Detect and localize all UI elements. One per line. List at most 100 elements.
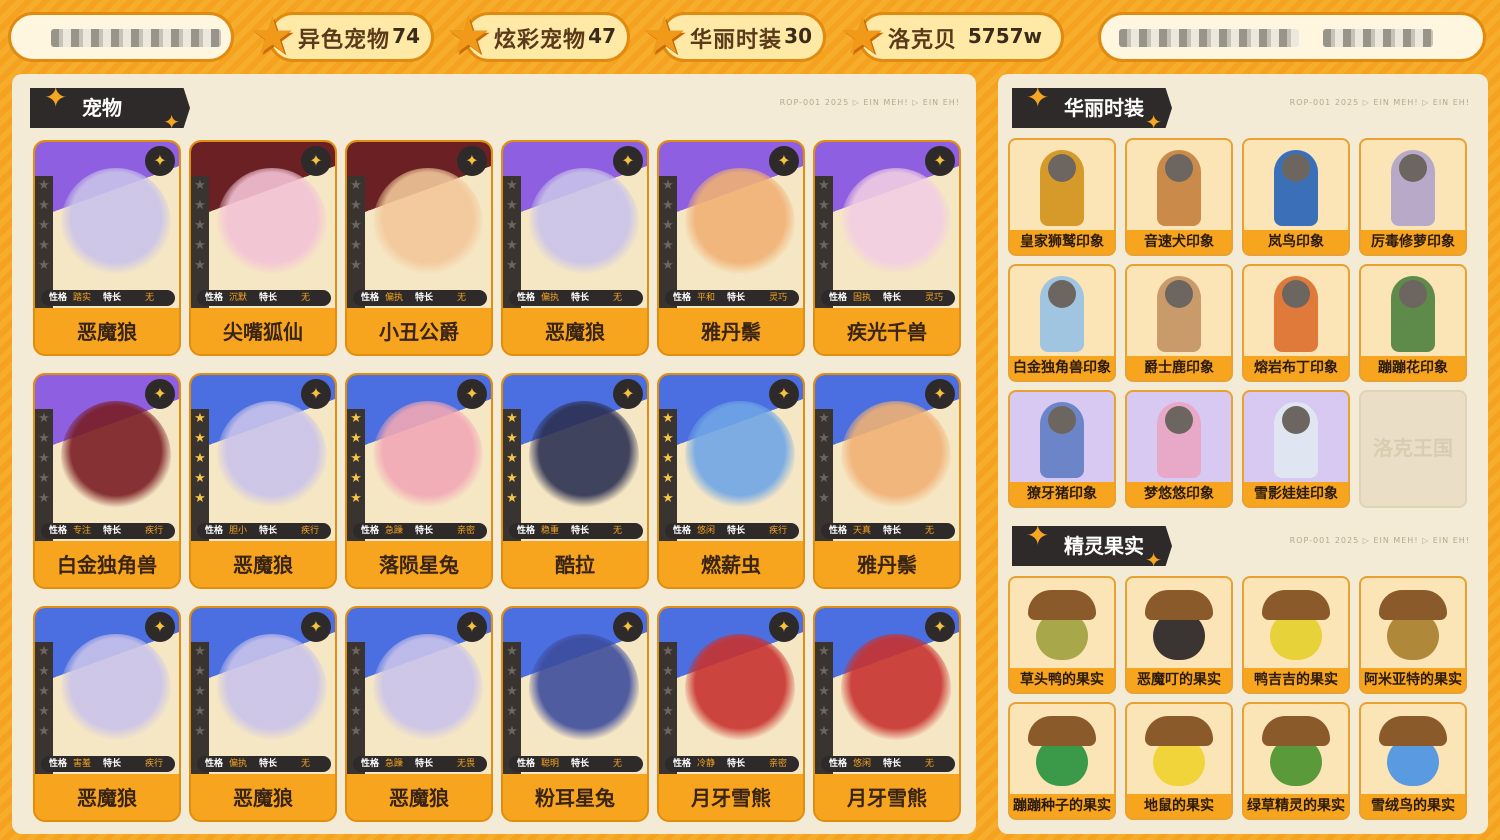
pet-card[interactable]: ★ ★ ★ ★ ★ ✦ 性格 聪明 特长无粉耳星兔 <box>501 606 649 822</box>
fashion-item[interactable]: 白金独角兽印象 <box>1008 264 1116 382</box>
side-panel: ✦ 华丽时装 ✦ ROP-001 2025 ▷ EIN MEH! ▷ EIN E… <box>998 74 1488 834</box>
acorn-icon <box>1028 590 1096 660</box>
pet-illustration <box>373 634 483 744</box>
pet-art: ★ ★ ★ ★ ★ ✦ 性格 偏执 特长无 <box>191 608 335 774</box>
pet-card[interactable]: ★ ★ ★ ★ ★ ✦ 性格 偏执 特长无恶魔狼 <box>189 606 337 822</box>
pet-art: ★ ★ ★ ★ ★ ✦ 性格 稳重 特长无 <box>503 375 647 541</box>
fashion-illustration <box>1127 266 1231 356</box>
fashion-illustration <box>1010 140 1114 230</box>
fruit-name: 鸭吉吉的果实 <box>1254 672 1338 688</box>
fruit-illustration <box>1010 704 1114 794</box>
pet-card[interactable]: ★ ★ ★ ★ ★ ✦ 性格 平和 特长 灵巧 雅丹鬃 <box>657 140 805 356</box>
fashion-section-title: ✦ 华丽时装 ✦ <box>1012 88 1172 128</box>
rarity-badge-icon: ✦ <box>925 612 955 642</box>
pet-card[interactable]: ★ ★ ★ ★ ★ ✦ 性格 偏执 特长无恶魔狼 <box>501 140 649 356</box>
acorn-icon <box>1028 716 1096 786</box>
pet-illustration <box>841 634 951 744</box>
fashion-name: 音速犬印象 <box>1144 234 1214 250</box>
pet-illustration <box>685 634 795 744</box>
star-icon: ★ <box>642 7 687 65</box>
pet-attributes: 性格 偏执 特长无 <box>353 290 487 306</box>
pet-card[interactable]: ★ ★ ★ ★ ★ ✦ 性格 急躁 特长 亲密 落陨星兔 <box>345 373 493 589</box>
fruit-item[interactable]: 恶魔叮的果实 <box>1125 576 1233 694</box>
fashion-item[interactable]: 蹦蹦花印象 <box>1359 264 1467 382</box>
rarity-badge-icon: ✦ <box>301 612 331 642</box>
pet-attributes: 性格 偏执 特长无 <box>509 290 643 306</box>
fashion-illustration <box>1361 266 1465 356</box>
pet-card[interactable]: ★ ★ ★ ★ ★ ✦ 性格 悠闲 特长 疾行燃薪虫 <box>657 373 805 589</box>
fashion-item[interactable]: 岚鸟印象 <box>1242 138 1350 256</box>
decor-caption: ROP-001 2025 ▷ EIN MEH! ▷ EIN EH! <box>1289 98 1470 107</box>
fashion-illustration <box>1244 392 1348 482</box>
pet-illustration <box>373 168 483 278</box>
rarity-badge-icon: ✦ <box>145 612 175 642</box>
pet-card[interactable]: ★ ★ ★ ★ ★ ✦ 性格 偏执 特长无小丑公爵 <box>345 140 493 356</box>
pet-art: ★ ★ ★ ★ ★ ✦ 性格 专注 特长 疾行 <box>35 375 179 541</box>
user-info-pill <box>8 12 234 62</box>
rarity-badge-icon: ✦ <box>145 146 175 176</box>
pet-card[interactable]: ★ ★ ★ ★ ★ ✦ 性格 急躁 特长 无畏 恶魔狼 <box>345 606 493 822</box>
rarity-badge-icon: ✦ <box>145 379 175 409</box>
pet-illustration <box>685 401 795 511</box>
pet-card[interactable]: ★ ★ ★ ★ ★ ✦ 性格 害羞 特长 疾行 恶魔狼 <box>33 606 181 822</box>
sparkle-icon: ✦ <box>44 81 68 114</box>
fashion-illustration <box>1127 140 1231 230</box>
fashion-illustration <box>1010 392 1114 482</box>
fruit-item[interactable]: 绿草精灵的果实 <box>1242 702 1350 820</box>
pet-illustration <box>61 634 171 744</box>
fruit-item[interactable]: 地鼠的果实 <box>1125 702 1233 820</box>
pet-card[interactable]: ★ ★ ★ ★ ★ ✦ 性格 胆小 特长 疾行 恶魔狼 <box>189 373 337 589</box>
pet-name: 恶魔狼 <box>233 553 293 577</box>
pet-illustration <box>841 168 951 278</box>
fruit-illustration <box>1127 704 1231 794</box>
pet-attributes: 性格 专注 特长 疾行 <box>41 523 175 539</box>
pet-card[interactable]: ★ ★ ★ ★ ★ ✦ 性格 固执 特长 灵巧 疾光千兽 <box>813 140 961 356</box>
fruit-item[interactable]: 鸭吉吉的果实 <box>1242 576 1350 694</box>
pet-art: ★ ★ ★ ★ ★ ✦ 性格 悠闲 特长 疾行 <box>659 375 803 541</box>
pet-card[interactable]: ★ ★ ★ ★ ★ ✦ 性格 稳重 特长无酷拉 <box>501 373 649 589</box>
pet-name: 燃薪虫 <box>701 553 761 577</box>
pet-card[interactable]: ★ ★ ★ ★ ★ ✦ 性格 冷静 特长 亲密 月牙雪熊 <box>657 606 805 822</box>
fruit-illustration <box>1127 578 1231 668</box>
pet-illustration <box>61 168 171 278</box>
fashion-item[interactable]: 皇家狮鹫印象 <box>1008 138 1116 256</box>
pet-illustration <box>529 634 639 744</box>
pet-name: 酷拉 <box>555 553 595 577</box>
fruit-illustration <box>1010 578 1114 668</box>
pet-card[interactable]: ★ ★ ★ ★ ★ ✦ 性格 悠闲 特长无月牙雪熊 <box>813 606 961 822</box>
fruit-item[interactable]: 蹦蹦种子的果实 <box>1008 702 1116 820</box>
redacted-text <box>1323 29 1433 47</box>
fashion-item[interactable]: 音速犬印象 <box>1125 138 1233 256</box>
fashion-item[interactable]: 獠牙猪印象 <box>1008 390 1116 508</box>
pet-card[interactable]: ★ ★ ★ ★ ★ ✦ 性格 专注 特长 疾行 白金独角兽 <box>33 373 181 589</box>
pet-attributes: 性格 沉默 特长无 <box>197 290 331 306</box>
pet-attributes: 性格 冷静 特长 亲密 <box>665 756 799 772</box>
fruit-name: 蹦蹦种子的果实 <box>1013 798 1111 814</box>
star-icon: ★ <box>250 7 295 65</box>
star-rail: ★ ★ ★ ★ ★ <box>659 642 677 774</box>
fashion-illustration <box>1361 140 1465 230</box>
pet-illustration <box>61 401 171 511</box>
fashion-item[interactable]: 熔岩布丁印象 <box>1242 264 1350 382</box>
fruit-illustration <box>1361 578 1465 668</box>
fashion-name: 爵士鹿印象 <box>1144 360 1214 376</box>
fruit-item[interactable]: 阿米亚特的果实 <box>1359 576 1467 694</box>
fruit-item[interactable]: 草头鸭的果实 <box>1008 576 1116 694</box>
pet-card[interactable]: ★ ★ ★ ★ ★ ✦ 性格 天真 特长无雅丹鬃 <box>813 373 961 589</box>
top-bar: ★ 异色宠物 74 ★ 炫彩宠物 47 ★ 华丽时装 30 ★ 洛克贝 5757… <box>0 0 1500 72</box>
pet-attributes: 性格 急躁 特长 无畏 <box>353 756 487 772</box>
pet-card[interactable]: ★ ★ ★ ★ ★ ✦ 性格 踏实 特长无恶魔狼 <box>33 140 181 356</box>
fashion-item[interactable]: 爵士鹿印象 <box>1125 264 1233 382</box>
sparkle-icon: ✦ <box>163 110 180 134</box>
star-rail: ★ ★ ★ ★ ★ <box>191 409 209 541</box>
pet-name: 月牙雪熊 <box>847 786 927 810</box>
fashion-item[interactable]: 雪影娃娃印象 <box>1242 390 1350 508</box>
rarity-badge-icon: ✦ <box>925 146 955 176</box>
fruit-name: 恶魔叮的果实 <box>1137 672 1221 688</box>
fashion-item[interactable]: 厉毒修萝印象 <box>1359 138 1467 256</box>
fashion-item[interactable]: 梦悠悠印象 <box>1125 390 1233 508</box>
pet-card[interactable]: ★ ★ ★ ★ ★ ✦ 性格 沉默 特长无尖嘴狐仙 <box>189 140 337 356</box>
fruit-item[interactable]: 雪绒鸟的果实 <box>1359 702 1467 820</box>
pet-art: ★ ★ ★ ★ ★ ✦ 性格 沉默 特长无 <box>191 142 335 308</box>
pet-attributes: 性格 固执 特长 灵巧 <box>821 290 955 306</box>
